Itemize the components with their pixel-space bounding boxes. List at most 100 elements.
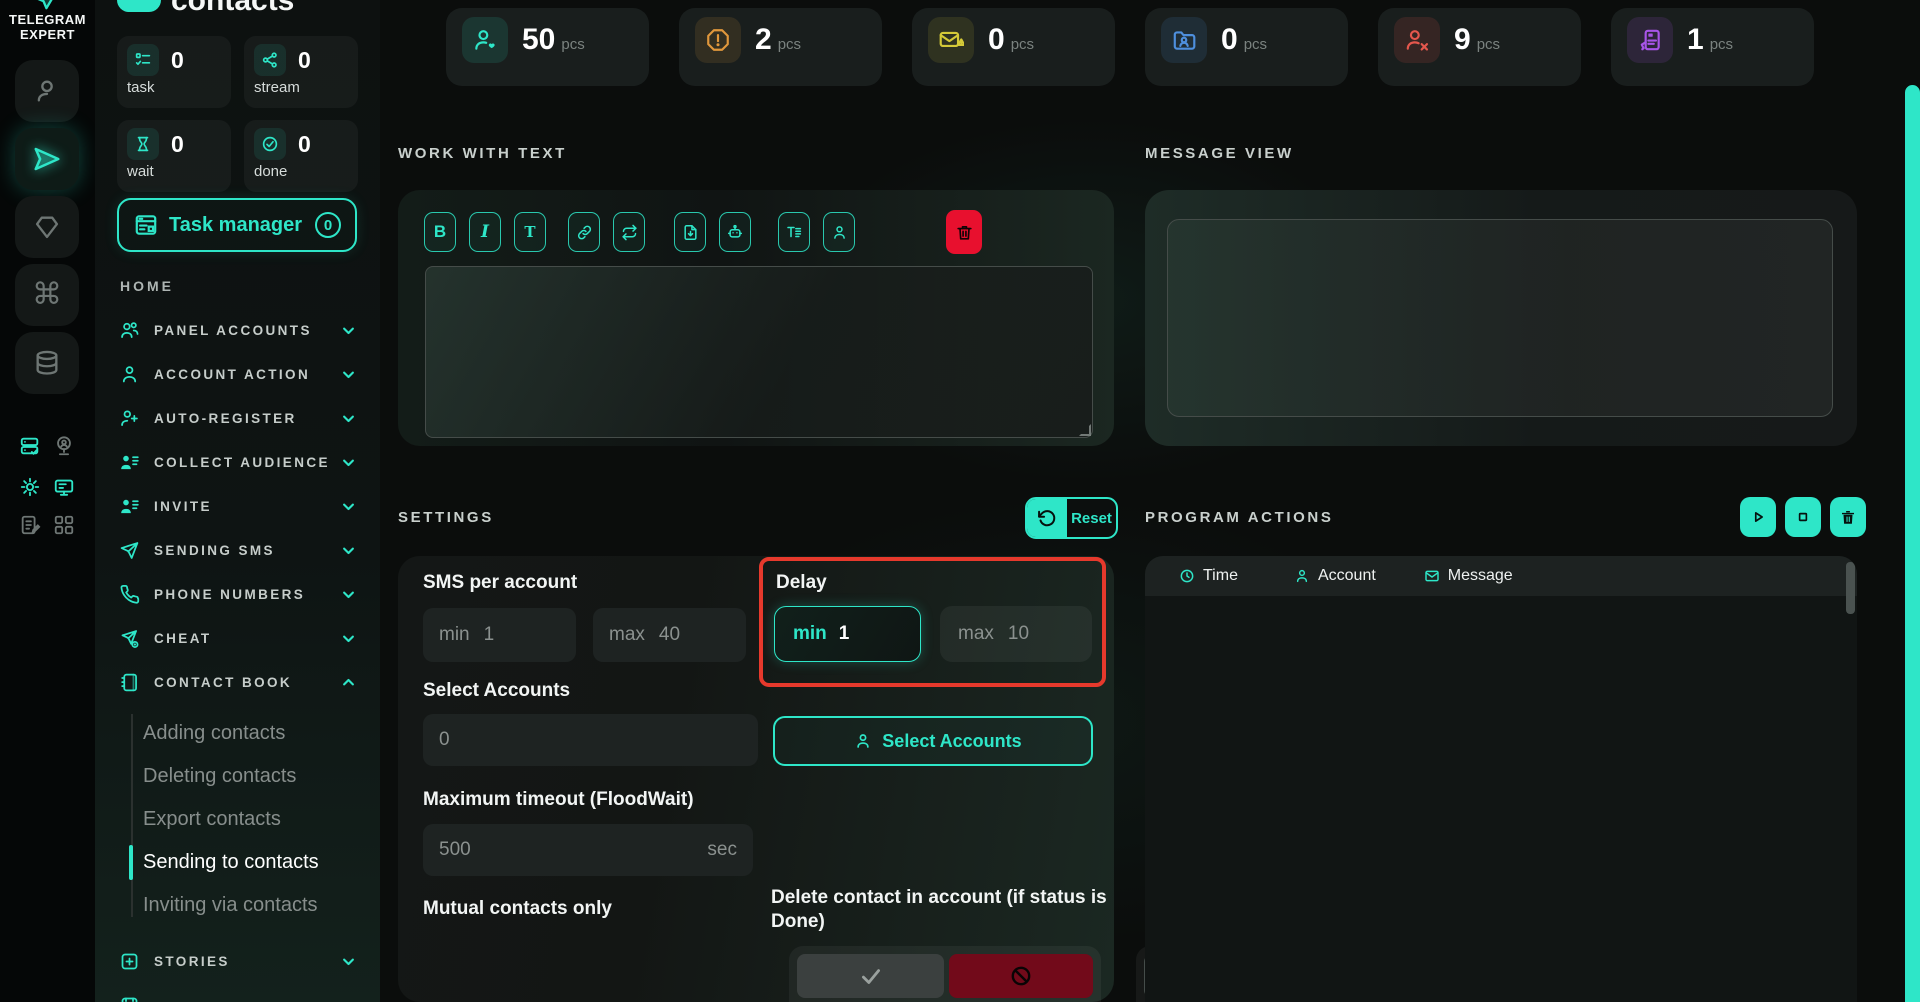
timeout-input[interactable]: 500 sec [423, 824, 753, 876]
page-scrollbar[interactable] [1905, 85, 1920, 1002]
rail-database-button[interactable] [15, 332, 79, 394]
bot-button[interactable] [719, 212, 751, 252]
paragraph-button[interactable] [778, 212, 810, 252]
stat-chip-task: 0 task [117, 36, 231, 108]
sidebar-item-collect-audience[interactable]: COLLECT AUDIENCE [95, 440, 380, 484]
document-edit-icon[interactable] [19, 514, 41, 536]
stat-card-machine: 1 pcs [1611, 8, 1814, 86]
repeat-button[interactable] [613, 212, 645, 252]
plus-square-icon [119, 951, 143, 972]
submenu-item-label: Export contacts [143, 808, 281, 831]
chevron-down-icon [341, 411, 356, 426]
stat-wait-value: 0 [171, 131, 184, 158]
reset-button-label: Reset [1067, 499, 1116, 537]
table-scrollbar-thumb[interactable] [1846, 562, 1855, 614]
submenu-item-inviting-via-contacts[interactable]: Inviting via contacts [95, 884, 380, 927]
column-time-label: Time [1203, 567, 1238, 585]
select-accounts-button[interactable]: Select Accounts [773, 716, 1093, 766]
report-icon [119, 995, 143, 1002]
submenu-item-adding-contacts[interactable]: Adding contacts [95, 712, 380, 755]
server-check-icon[interactable] [19, 435, 41, 457]
sms-per-account-label: SMS per account [423, 572, 577, 594]
user-list-icon [119, 452, 143, 473]
sidebar-item-account-action[interactable]: ACCOUNT ACTION [95, 352, 380, 396]
reset-button[interactable]: Reset [1025, 497, 1118, 539]
stat-done-value: 0 [298, 131, 311, 158]
sidebar-item-cheat[interactable]: CHEAT [95, 616, 380, 660]
insert-file-button[interactable] [674, 212, 706, 252]
submenu-item-sending-to-contacts[interactable]: Sending to contacts [95, 841, 380, 884]
user-plus-icon [119, 408, 143, 429]
rail-premium-button[interactable] [15, 196, 79, 258]
work-with-text-title: WORK WITH TEXT [398, 145, 567, 162]
rail-sending-button[interactable] [15, 128, 79, 190]
stat-chip-wait: 0 wait [117, 120, 231, 192]
workflow-icon[interactable] [53, 514, 75, 536]
main-content: 50 pcs 2 pcs 0 pcs 0 pcs [380, 0, 1920, 1002]
delay-max-prefix: max [958, 623, 994, 645]
column-message-label: Message [1448, 567, 1513, 585]
webcam-user-icon[interactable] [53, 435, 75, 457]
task-manager-button[interactable]: Task manager 0 [117, 198, 357, 252]
sidebar-item-contact-book[interactable]: CONTACT BOOK [95, 660, 380, 704]
link-button[interactable] [568, 212, 600, 252]
gear-icon[interactable] [19, 476, 41, 498]
mutual-contacts-label: Mutual contacts only [423, 898, 612, 920]
start-button[interactable] [1740, 497, 1776, 537]
stat-card-mail: 0 pcs [912, 8, 1115, 86]
send-icon [32, 144, 62, 174]
sidebar-item-auto-register[interactable]: AUTO-REGISTER [95, 396, 380, 440]
stat-card-unit: pcs [778, 36, 801, 53]
text-lines-icon [785, 223, 803, 241]
user-icon [33, 77, 61, 105]
mutual-contacts-no-button[interactable] [949, 954, 1093, 998]
sidebar-item-invite[interactable]: INVITE [95, 484, 380, 528]
mutual-contacts-yes-button[interactable] [797, 954, 944, 998]
stat-card-unit: pcs [1477, 36, 1500, 53]
sidebar-item-panel-accounts[interactable]: PANEL ACCOUNTS [95, 308, 380, 352]
rail-command-button[interactable]: ⌘ [15, 264, 79, 326]
command-icon: ⌘ [32, 280, 62, 310]
delay-max-input[interactable]: max 10 [940, 606, 1092, 662]
submenu-item-label: Inviting via contacts [143, 894, 318, 917]
italic-button[interactable]: I [469, 212, 501, 252]
hourglass-icon [127, 128, 159, 160]
phone-icon [119, 584, 143, 605]
sidebar-item-sending-sms[interactable]: SENDING SMS [95, 528, 380, 572]
clear-text-button[interactable] [946, 210, 982, 254]
chevron-down-icon [341, 587, 356, 602]
selected-accounts-count-input[interactable]: 0 [423, 714, 758, 766]
bold-button[interactable]: B [424, 212, 456, 252]
stat-stream-value: 0 [298, 47, 311, 74]
sidebar-item-phone-numbers[interactable]: PHONE NUMBERS [95, 572, 380, 616]
column-time: Time [1179, 567, 1238, 585]
task-manager-badge: 0 [315, 212, 341, 238]
clock-icon [1179, 568, 1195, 584]
stat-card-failed: 9 pcs [1378, 8, 1581, 86]
notebook-icon [119, 672, 143, 693]
submenu-item-export-contacts[interactable]: Export contacts [95, 798, 380, 841]
sidebar-item-partial[interactable] [95, 983, 380, 1002]
stat-card-unit: pcs [1710, 36, 1733, 53]
contact-book-submenu: Adding contacts Deleting contacts Export… [95, 704, 380, 927]
sms-min-input[interactable]: min 1 [423, 608, 576, 662]
stat-card-folder: 0 pcs [1145, 8, 1348, 86]
sms-max-prefix: max [609, 624, 645, 646]
contacts-tab-label[interactable]: contacts [171, 0, 294, 18]
alert-octagon-icon [695, 17, 741, 63]
column-account: Account [1294, 567, 1376, 585]
contacts-tab-pill[interactable] [117, 0, 161, 12]
stop-button[interactable] [1785, 497, 1821, 537]
submenu-item-deleting-contacts[interactable]: Deleting contacts [95, 755, 380, 798]
clear-actions-button[interactable] [1830, 497, 1866, 537]
selected-accounts-count: 0 [439, 729, 450, 751]
title-format-button[interactable]: T [514, 212, 546, 252]
sms-max-input[interactable]: max 40 [593, 608, 746, 662]
chevron-down-icon [341, 499, 356, 514]
rail-profile-button[interactable] [15, 60, 79, 122]
delay-min-input[interactable]: min 1 [774, 606, 921, 662]
sidebar-item-stories[interactable]: STORIES [95, 939, 380, 983]
mention-user-button[interactable] [823, 212, 855, 252]
message-text-input[interactable] [425, 266, 1093, 438]
billboard-icon[interactable] [53, 476, 75, 498]
